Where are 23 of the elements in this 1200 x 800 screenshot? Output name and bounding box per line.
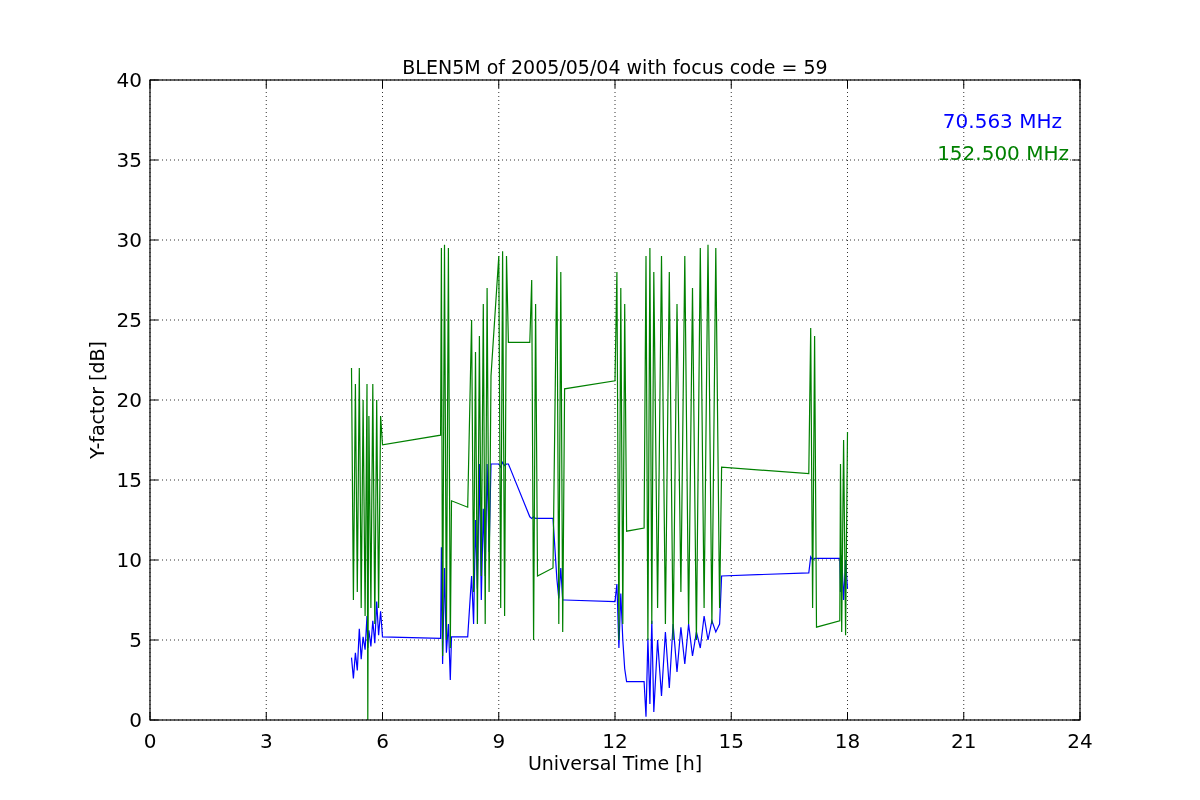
- chart-title: BLEN5M of 2005/05/04 with focus code = 59: [402, 56, 828, 78]
- y-tick-label: 30: [116, 228, 142, 252]
- legend-label: 70.563 MHz: [942, 109, 1062, 133]
- y-tick-label: 5: [129, 628, 142, 652]
- x-tick-label: 3: [259, 729, 273, 753]
- y-tick-label: 20: [116, 388, 142, 412]
- legend-label: 152.500 MHz: [937, 141, 1069, 165]
- x-tick-label: 24: [1067, 729, 1093, 753]
- x-tick-label: 15: [718, 729, 744, 753]
- x-tick-label: 9: [492, 729, 506, 753]
- x-tick-label: 6: [376, 729, 389, 753]
- x-tick-label: 21: [951, 729, 977, 753]
- y-tick-label: 0: [129, 708, 142, 732]
- y-tick-label: 40: [116, 68, 142, 92]
- x-tick-label: 0: [143, 729, 157, 753]
- x-axis-label: Universal Time [h]: [527, 752, 703, 774]
- y-tick-label: 15: [116, 468, 142, 492]
- x-tick-label: 12: [602, 729, 628, 753]
- x-tick-label: 18: [834, 729, 861, 753]
- y-tick-label: 10: [116, 548, 142, 572]
- y-tick-label: 35: [116, 148, 142, 172]
- y-tick-label: 25: [116, 308, 142, 332]
- y-axis-label: Y-factor [dB]: [86, 341, 108, 459]
